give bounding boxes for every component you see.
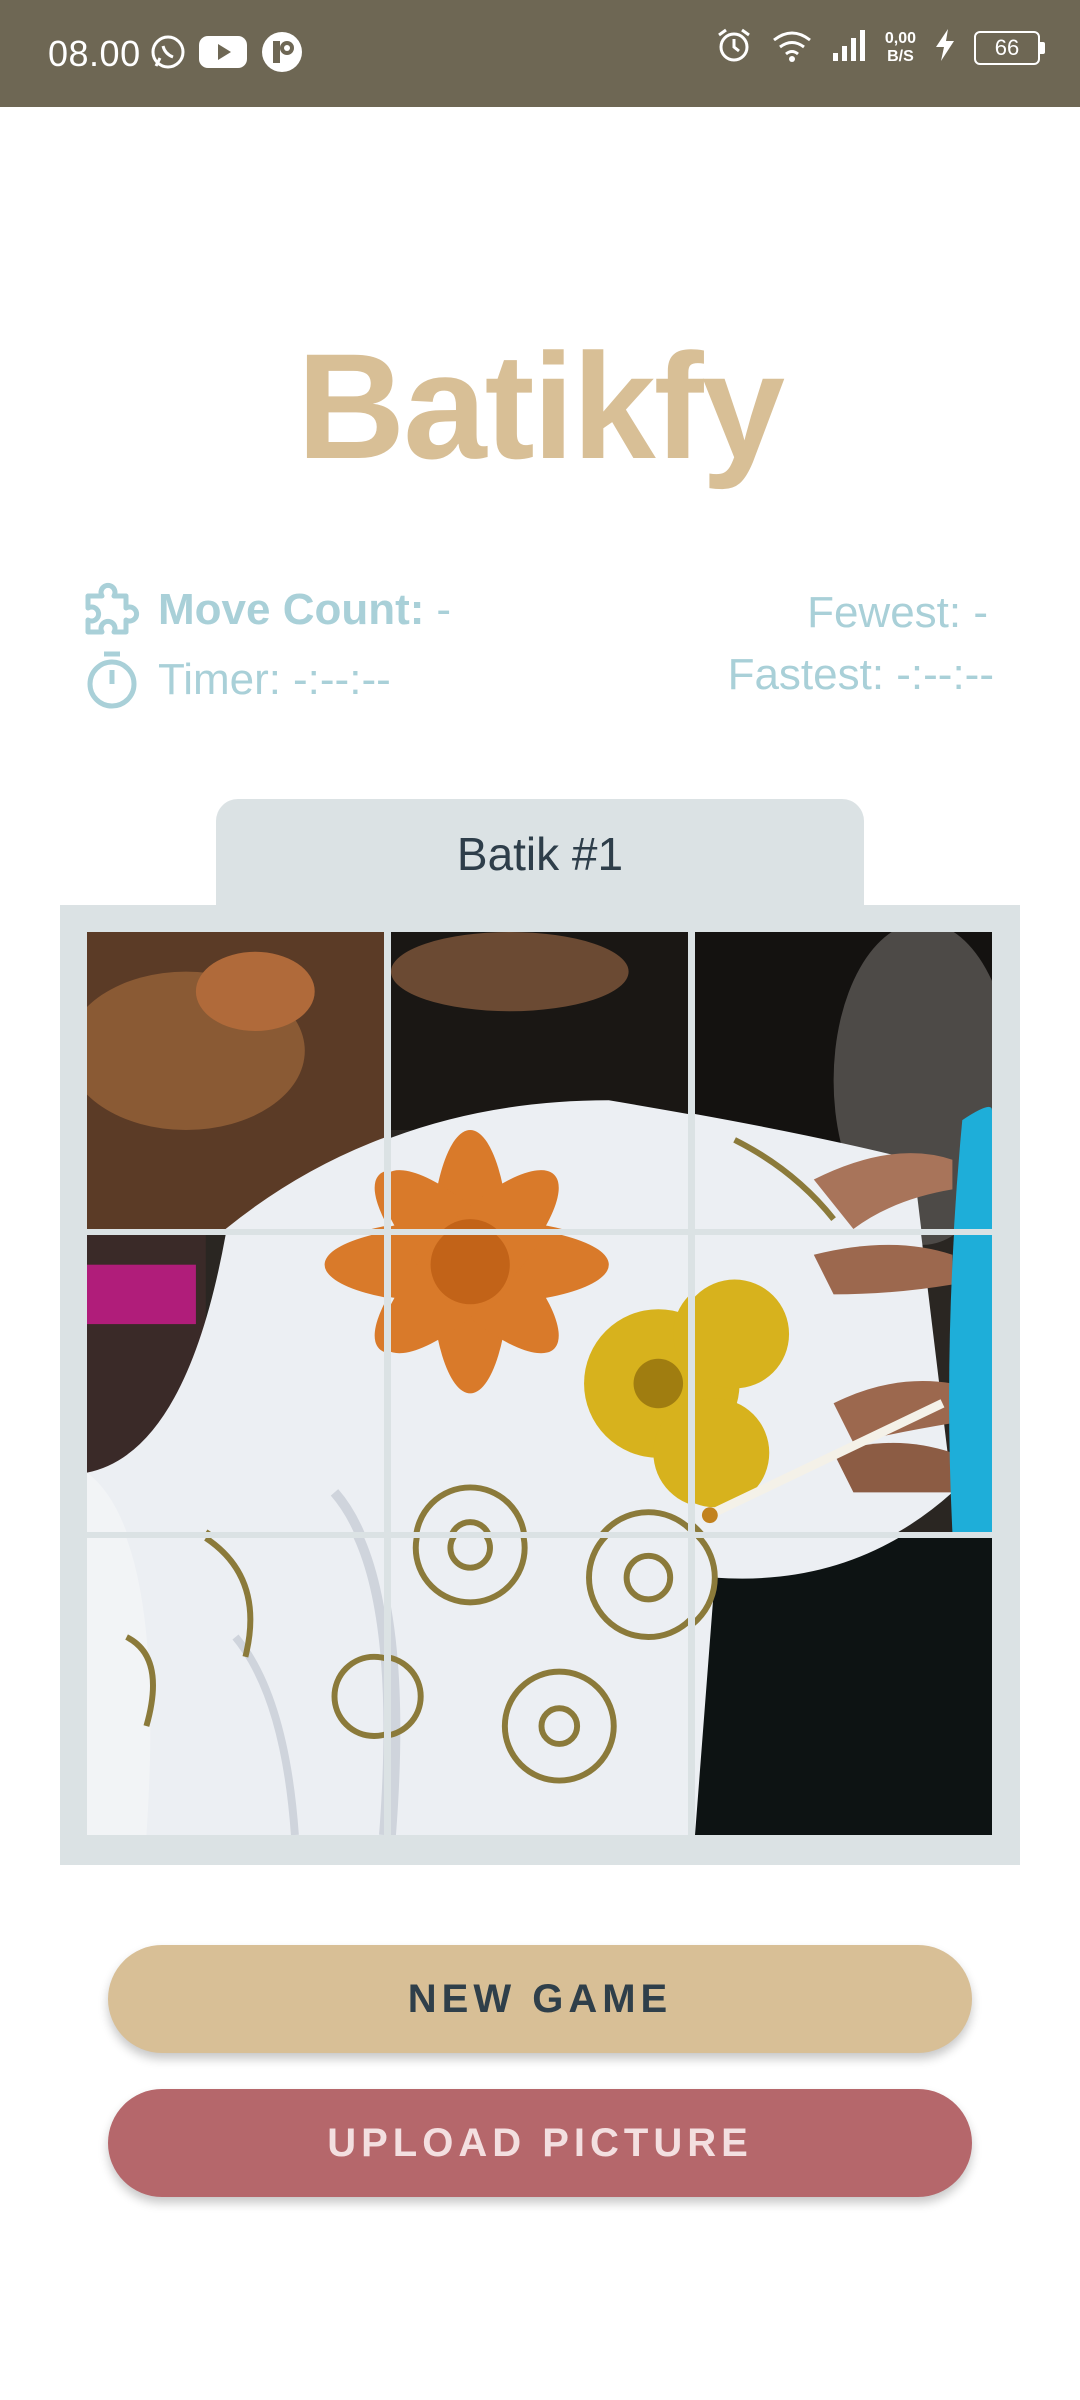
stopwatch-icon [80, 648, 144, 712]
puzzle-icon [80, 578, 144, 642]
charging-icon [934, 28, 956, 67]
app-notification-icon [260, 30, 304, 79]
status-bar: 08.00 0,00 B/S 66 [0, 0, 1080, 107]
signal-icon [831, 27, 867, 68]
puzzle-tile-6[interactable] [695, 1235, 992, 1532]
puzzle-tile-5[interactable] [391, 1235, 688, 1532]
alarm-icon [715, 26, 753, 69]
fastest-record: Fastest: -:--:-- [727, 650, 994, 699]
timer-row: Timer: -:--:-- [80, 648, 391, 712]
speed-value: 0,00 [884, 29, 916, 47]
status-time: 08.00 [48, 33, 141, 74]
battery-indicator: 66 [974, 30, 1045, 65]
move-count-row: Move Count: - [80, 578, 451, 642]
network-speed: 0,00 B/S [885, 30, 916, 66]
youtube-icon [198, 34, 248, 75]
upload-picture-button[interactable]: UPLOAD PICTURE [108, 2089, 972, 2197]
puzzle-tile-2[interactable] [391, 932, 688, 1229]
move-count-value: - [436, 585, 452, 634]
puzzle-tile-4[interactable] [87, 1235, 384, 1532]
move-count-label: Move Count: [158, 585, 425, 634]
puzzle-board [60, 905, 1020, 1865]
timer-value: -:--:-- [293, 655, 391, 704]
puzzle-tile-3[interactable] [695, 932, 992, 1229]
whatsapp-icon [150, 34, 186, 75]
puzzle-tile-1[interactable] [87, 932, 384, 1229]
puzzle-name-tab: Batik #1 [216, 799, 864, 909]
notification-icons [150, 30, 304, 79]
puzzle-tile-7[interactable] [87, 1538, 384, 1835]
puzzle-tile-9[interactable] [695, 1538, 992, 1835]
new-game-button[interactable]: NEW GAME [108, 1945, 972, 2053]
app-title: Batikfy [296, 322, 785, 490]
speed-unit: B/S [887, 47, 914, 65]
timer-label: Timer: [158, 655, 282, 704]
fewest-record: Fewest: - [807, 588, 988, 637]
wifi-icon [771, 27, 813, 68]
puzzle-tile-8[interactable] [391, 1538, 688, 1835]
